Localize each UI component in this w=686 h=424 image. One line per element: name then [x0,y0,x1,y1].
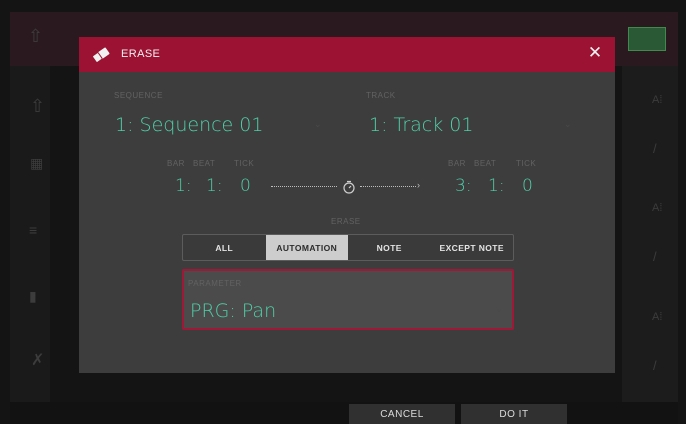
end-beat-field[interactable]: 1: [488,176,505,196]
start-tick-field[interactable]: 0 [240,176,251,196]
end-bar-field[interactable]: 3: [455,176,472,196]
parameter-value: PRG: Pan [190,300,277,322]
start-bar-label: BAR [167,159,185,168]
waveform-icon [628,27,666,51]
end-tick-field[interactable]: 0 [522,176,533,196]
chevron-down-icon-3: ⌄ [495,304,503,314]
start-beat-label: BEAT [193,159,216,168]
mixer-icon: ≡ [29,222,38,238]
end-beat-label: BEAT [474,159,497,168]
background-right-panel [622,66,678,402]
sequence-field[interactable]: 1: Sequence 01 [115,114,263,136]
chevron-down-icon: ⌄ [314,119,322,129]
erase-mode-label: ERASE [331,217,361,226]
erase-dialog: ERASE ✕ SEQUENCE 1: Sequence 01 ⌄ TRACK … [79,37,615,373]
end-tick-label: TICK [516,159,537,168]
mode-except-note-button[interactable]: EXCEPT NOTE [431,235,514,260]
close-icon[interactable]: ✕ [585,43,605,63]
dialog-header: ERASE ✕ [79,37,615,72]
home-icon: ⇧ [28,26,44,46]
track-field[interactable]: 1: Track 01 [369,114,473,136]
parameter-label: PARAMETER [188,279,242,288]
background-footer [10,402,678,424]
dialog-title: ERASE [121,48,161,60]
start-bar-field[interactable]: 1: [175,176,192,196]
eraser-icon [92,47,110,63]
chevron-down-icon-2: ⌄ [564,119,572,129]
track-label: TRACK [366,91,396,100]
sequence-label: SEQUENCE [114,91,163,100]
mode-all-button[interactable]: ALL [183,235,266,260]
arrow-right-icon: › [417,180,420,190]
mode-note-button[interactable]: NOTE [348,235,431,260]
erase-mode-selector: ALL AUTOMATION NOTE EXCEPT NOTE [182,234,514,261]
text-edit-icon-2: A⁞ [652,202,663,214]
timer-icon [343,180,355,194]
cancel-button[interactable]: CANCEL [349,404,455,424]
range-line-right [360,186,416,187]
pencil-icon-3: / [653,358,657,373]
mode-automation-button[interactable]: AUTOMATION [265,235,348,260]
levels-icon: ▮ [29,288,37,304]
start-beat-field[interactable]: 1: [206,176,223,196]
start-tick-label: TICK [234,159,255,168]
pencil-icon-2: / [653,249,657,264]
text-edit-icon-3: A⁞ [652,311,663,323]
parameter-field[interactable]: PARAMETER PRG: Pan ⌄ [182,269,514,330]
end-bar-label: BAR [448,159,466,168]
fx-icon: ✗ [31,352,45,369]
range-line-left [271,186,337,187]
pencil-icon: / [653,141,657,156]
home-icon-2: ⇧ [30,96,46,116]
do-it-button[interactable]: DO IT [461,404,567,424]
text-edit-icon: A⁞ [652,94,663,106]
grid-icon: ▦ [30,155,44,171]
